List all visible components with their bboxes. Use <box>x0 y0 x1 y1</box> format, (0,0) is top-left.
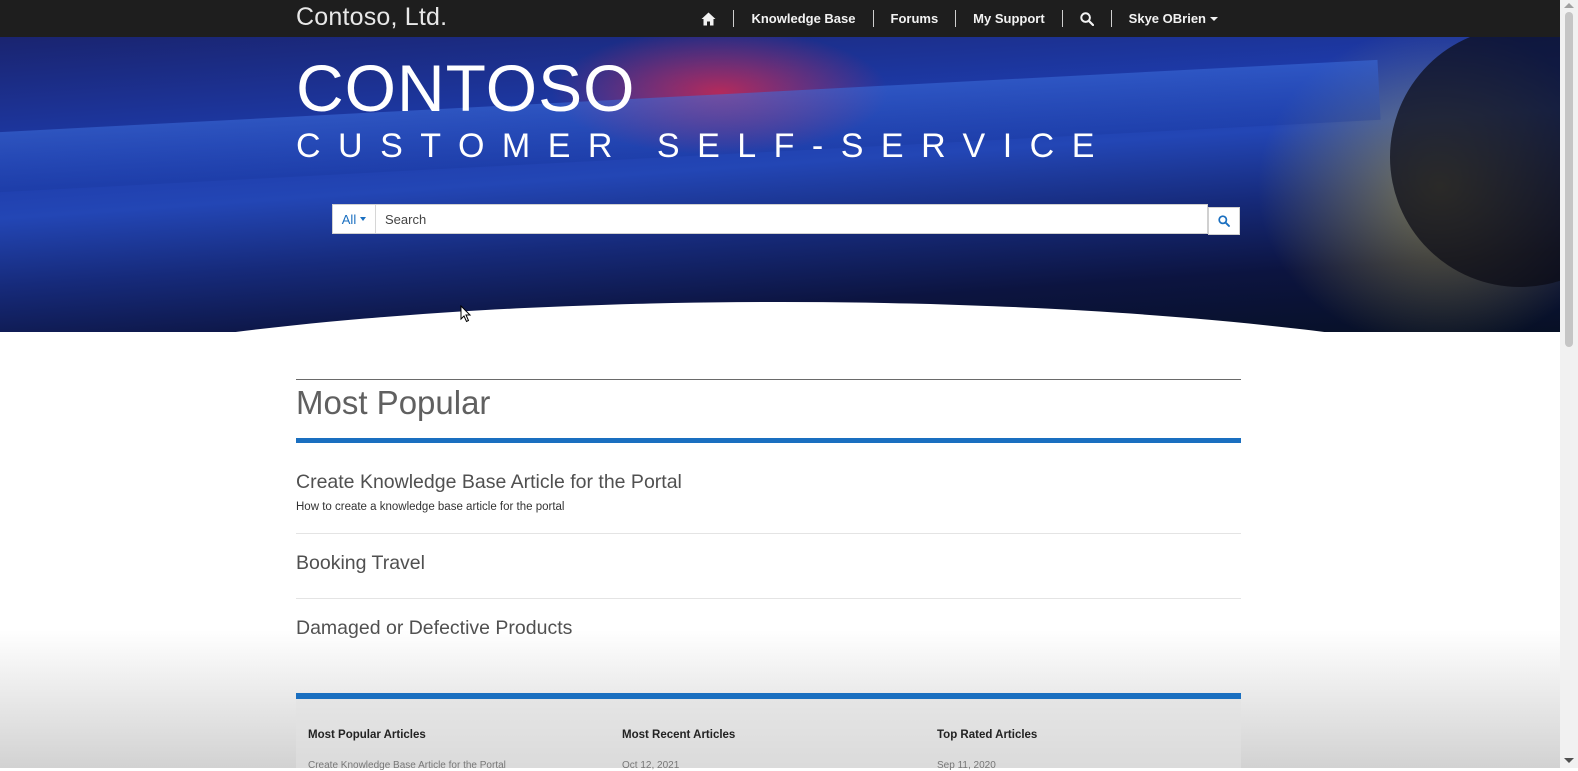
brand-logo-text[interactable]: Contoso, Ltd. <box>296 3 447 32</box>
chevron-down-icon <box>1210 16 1218 21</box>
article-divider <box>296 533 1241 534</box>
section-title-most-popular: Most Popular <box>296 384 491 421</box>
scrollbar-thumb[interactable] <box>1565 12 1573 347</box>
footer-panel <box>296 699 1241 768</box>
footer-heading-top-rated: Top Rated Articles <box>937 729 1038 741</box>
nav-search[interactable] <box>1063 11 1111 27</box>
home-icon <box>701 12 716 25</box>
footer-item[interactable]: Oct 12, 2021 <box>622 760 679 771</box>
footer-item[interactable]: Sep 11, 2020 <box>937 760 996 771</box>
hero-banner <box>0 37 1560 332</box>
hero-background-shape <box>1390 37 1560 287</box>
article-description: How to create a knowledge base article f… <box>296 501 565 513</box>
section-accent-bar <box>296 438 1241 443</box>
article-item[interactable]: Create Knowledge Base Article for the Po… <box>296 471 1241 513</box>
user-menu[interactable]: Skye OBrien <box>1112 11 1235 27</box>
article-item[interactable]: Booking Travel <box>296 552 1241 575</box>
nav-knowledge-base[interactable]: Knowledge Base <box>734 11 872 27</box>
article-title[interactable]: Booking Travel <box>296 552 1241 575</box>
scroll-up-arrow-icon[interactable] <box>1564 3 1574 8</box>
hero-subtitle: CUSTOMER SELF-SERVICE <box>296 127 1112 165</box>
search-bar: All <box>332 204 1208 234</box>
user-name: Skye OBrien <box>1128 11 1206 26</box>
mouse-cursor-icon <box>460 305 472 323</box>
footer-item[interactable]: Create Knowledge Base Article for the Po… <box>308 760 506 771</box>
section-top-rule <box>296 379 1241 380</box>
search-button[interactable] <box>1208 207 1240 235</box>
nav-forums[interactable]: Forums <box>874 11 956 27</box>
nav-home[interactable] <box>684 11 733 27</box>
search-icon <box>1079 11 1094 26</box>
hero-title: CONTOSO <box>296 51 636 125</box>
main-nav: Knowledge Base Forums My Support Skye OB… <box>684 0 1235 37</box>
search-scope-label: All <box>341 211 357 227</box>
article-item[interactable]: Damaged or Defective Products <box>296 617 1241 640</box>
footer-heading-most-popular: Most Popular Articles <box>308 729 426 741</box>
search-icon <box>1218 215 1230 227</box>
search-scope-dropdown[interactable]: All <box>333 205 376 233</box>
hero-bottom-curve <box>0 302 1560 332</box>
scroll-down-arrow-icon[interactable] <box>1564 758 1574 763</box>
search-input[interactable] <box>376 205 1207 233</box>
chevron-down-icon <box>360 217 367 221</box>
nav-my-support[interactable]: My Support <box>956 11 1062 27</box>
article-divider <box>296 598 1241 599</box>
article-title[interactable]: Create Knowledge Base Article for the Po… <box>296 471 1241 494</box>
footer-heading-most-recent: Most Recent Articles <box>622 729 736 741</box>
top-navbar: Contoso, Ltd. Knowledge Base Forums My S… <box>0 0 1560 37</box>
article-title[interactable]: Damaged or Defective Products <box>296 617 1241 640</box>
